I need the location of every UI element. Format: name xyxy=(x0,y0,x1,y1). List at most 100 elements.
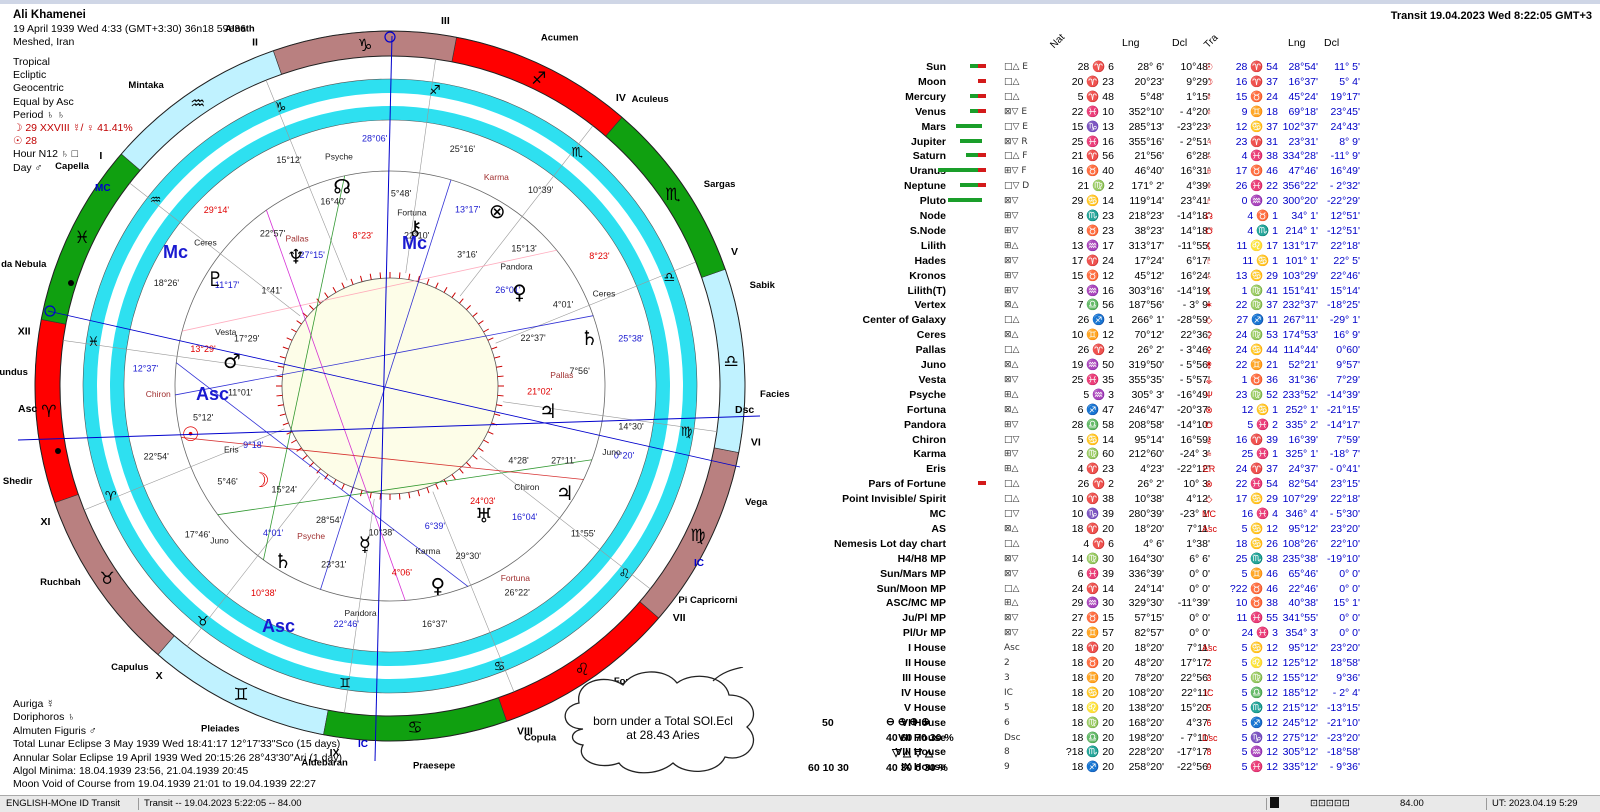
degree-label: 17°29' xyxy=(234,334,260,344)
table-row[interactable]: AS ⊠△ 18 ♈ 20 18°20' 7°11' Asc 5 ♋ 12 95°12' 23°… xyxy=(818,522,1600,537)
table-row[interactable]: Sun/Mars MP ⊠▽ 6 ♓ 39 336°39' 0° 0' 5 ♊ 46 65°… xyxy=(818,567,1600,582)
degree-label: 25°38' xyxy=(618,333,644,343)
transit-declination: 5° 4' xyxy=(1339,75,1360,88)
table-row[interactable]: Ju/Pl MP ⊠▽ 27 ♉ 15 57°15' 0° 0' 11 ♓ 55 341°5… xyxy=(818,611,1600,626)
info-line: Doriphoros ♄ xyxy=(13,711,76,724)
transit-declination: 15° 1' xyxy=(1333,597,1360,610)
table-row[interactable]: Psyche ⊞△ 5 ♒ 3 305° 3' -16°49' Ψ 23 ♍ 52 233°5… xyxy=(818,388,1600,403)
table-row[interactable]: Mercury □△ 5 ♈ 48 5°48' 1°15' ☿ 15 ♉ 24 45°24' 1… xyxy=(818,90,1600,105)
table-row[interactable]: S.Node ⊞▽ 8 ♉ 23 38°23' 14°18' ☋ 4 ♏ 1 214° 1' -… xyxy=(818,224,1600,239)
table-row[interactable]: Venus ⊠▽ E 22 ♓ 10 352°10' - 4°20' ♀ 9 ♊ 18 69°… xyxy=(818,105,1600,120)
table-row[interactable]: II House 2 18 ♉ 20 48°20' 17°17' 2 5 ♌ 12 125°1… xyxy=(818,656,1600,671)
transit-symbol: ☽ xyxy=(1204,76,1214,87)
transit-longitude: 300°20' xyxy=(1282,195,1318,208)
status-transit[interactable]: Transit -- 19.04.2023 5:22:05 -- 84.00 xyxy=(144,796,302,812)
transit-declination: 22°10' xyxy=(1330,537,1360,550)
status-language[interactable]: ENGLISH-MOne ID Transit xyxy=(6,796,120,812)
table-row[interactable]: III House 3 18 ♊ 20 78°20' 22°56' 3 5 ♍ 12 155°… xyxy=(818,671,1600,686)
table-row[interactable]: Fortuna ⊠△ 6 ♐ 47 246°47' -20°37' ⊗ 12 ♋ 1 252°… xyxy=(818,403,1600,418)
table-row[interactable]: Karma ⊞▽ 2 ♍ 60 212°60' -24° 3' ≈25 ♓ 1 325° 1… xyxy=(818,447,1600,462)
row-aspects: Dsc xyxy=(1004,732,1021,743)
natal-position: 27 ♉ 15 xyxy=(1071,612,1114,625)
point-label: Psyche xyxy=(325,152,353,162)
natal-declination: 0° 0' xyxy=(1189,627,1210,640)
table-row[interactable]: Lilith ⊞△ 13 ♒ 17 313°17' -11°55' ⚸ 11 ♌ 17 131… xyxy=(818,239,1600,254)
row-aspects: □△ xyxy=(1004,315,1020,326)
table-row[interactable]: Juno ⊠△ 19 ♒ 50 319°50' - 5°56' ⚵ 22 ♊ 21 52°21… xyxy=(818,358,1600,373)
table-row[interactable]: Pandora ⊞▽ 28 ♎ 58 208°58' -14°10' ☋ 5 ♓ 2 335°… xyxy=(818,418,1600,433)
table-row[interactable]: Sun/Moon MP □△ 24 ♈ 14 24°14' 0° 0' ?22 ♉ 46 2… xyxy=(818,582,1600,597)
natal-longitude: 10°38' xyxy=(1134,493,1164,506)
house-number: VII xyxy=(673,612,686,624)
natal-longitude: 45°12' xyxy=(1134,269,1164,282)
natal-position: 14 ♍ 30 xyxy=(1071,552,1114,565)
status-aspect-icons[interactable]: ⊡⊡⊡⊡⊡ xyxy=(1310,796,1350,812)
transit-declination: -18°58' xyxy=(1326,746,1360,759)
info-line: Total Lunar Eclipse 3 May 1939 Wed 18:41… xyxy=(13,738,341,751)
table-row[interactable]: Point Invisible/ Spirit □△ 10 ♈ 38 10°38' 4°… xyxy=(818,492,1600,507)
row-name: IV House xyxy=(901,686,946,699)
table-row[interactable]: Hades ⊠▽ 17 ♈ 24 17°24' 6°17' ♇ 11 ♋ 1 101° 1' 2… xyxy=(818,254,1600,269)
table-row[interactable]: Ceres ⊠△ 10 ♊ 12 70°12' 22°36' ⚳ 24 ♍ 53 174°53… xyxy=(818,328,1600,343)
degree-label: 22°37' xyxy=(520,333,546,343)
row-name: Karma xyxy=(913,448,946,461)
table-row[interactable]: Pl/Ur MP ⊠▽ 22 ♊ 57 82°57' 0° 0' 24 ♓ 3 354° 3… xyxy=(818,626,1600,641)
natal-position: 5 ♈ 48 xyxy=(1077,90,1114,103)
table-row[interactable]: Center of Galaxy □△ 26 ♐ 1 266° 1' -28°59' ◇ 2… xyxy=(818,313,1600,328)
table-row[interactable]: Moon □△ 20 ♈ 23 20°23' 9°29' ☽ 16 ♈ 37 16°37' 5°… xyxy=(818,75,1600,90)
table-row[interactable]: VI House 6 18 ♍ 20 168°20' 4°37' 6 5 ♐ 12 245°1… xyxy=(818,716,1600,731)
table-row[interactable]: VIII House 8 ?18 ♏ 20 228°20' -17°17' 8 5 ♒ 12… xyxy=(818,745,1600,760)
table-row[interactable]: Lilith(T) ⊞▽ 3 ♒ 16 303°16' -14°19' ⚸ 1 ♍ 41 15… xyxy=(818,284,1600,299)
degree-label: 13°17' xyxy=(455,205,481,215)
transit-declination: 23°15' xyxy=(1330,478,1360,491)
table-row[interactable]: Eris ⊞△ 4 ♈ 23 4°23' -22°12' ER 24 ♈ 37 24°37' -… xyxy=(818,462,1600,477)
table-row[interactable]: Uranus ⊞▽ F 16 ♉ 40 46°40' 16°31' ♅ 17 ♉ 46 47°… xyxy=(818,164,1600,179)
transit-declination: 0° 0' xyxy=(1339,567,1360,580)
table-row[interactable]: Pars of Fortune □△ 26 ♈ 2 26° 2' 10° 3' ⊗ 22 ♓… xyxy=(818,477,1600,492)
table-row[interactable]: Chiron □▽ 5 ♋ 14 95°14' 16°59' ⚷ 16 ♈ 39 16°39'… xyxy=(818,433,1600,448)
natal-position: 18 ♉ 20 xyxy=(1071,657,1114,669)
table-row[interactable]: Vesta ⊠▽ 25 ♓ 35 355°35' - 5°57' ⚶ 1 ♉ 36 31°36… xyxy=(818,373,1600,388)
natal-mc-label: Mc xyxy=(402,233,427,253)
row-aspects: ⊞▽ xyxy=(1004,211,1019,221)
sign-glyph: ♑ xyxy=(357,36,372,56)
fixed-star: Alnath xyxy=(225,23,255,34)
natal-longitude: 48°20' xyxy=(1134,657,1164,669)
natal-longitude: 82°57' xyxy=(1134,627,1164,640)
fixed-star: Capella xyxy=(55,161,90,172)
transit-longitude: 22°46' xyxy=(1288,582,1318,595)
table-row[interactable]: Pallas □△ 26 ♈ 2 26° 2' - 3°46' ⚴ 24 ♋ 44 114°4… xyxy=(818,343,1600,358)
row-aspects: IC xyxy=(1004,687,1013,698)
grid-percent-row: 40 60 70 30 % xyxy=(886,732,954,744)
table-row[interactable]: Vertex ⊠△ 7 ♎ 56 187°56' - 3° 9' ✶ 22 ♍ 37 232°… xyxy=(818,298,1600,313)
table-row[interactable]: Neptune □▽ D 21 ♍ 2 171° 2' 4°39' ♆ 26 ♓ 22 356… xyxy=(818,179,1600,194)
dsc-label: Dsc xyxy=(735,404,754,416)
row-aspects: ⊞▽ xyxy=(1004,225,1019,236)
table-row[interactable]: MC □▽ 10 ♑ 39 280°39' -23° 1' MC 16 ♓ 4 346° 4'… xyxy=(818,507,1600,522)
row-aspects: ⊠▽ R xyxy=(1004,136,1028,147)
table-row[interactable]: Node ⊞▽ 8 ♏ 23 218°23' -14°18' ☊ 4 ♉ 1 34° 1' 12… xyxy=(818,209,1600,224)
natal-longitude: 355°35' xyxy=(1128,373,1164,386)
transit-longitude: 354° 3' xyxy=(1285,627,1318,640)
table-row[interactable]: V House 5 18 ♌ 20 138°20' 15°20' 5 5 ♏ 12 215°1… xyxy=(818,701,1600,716)
table-row[interactable]: Saturn □△ F 21 ♈ 56 21°56' 6°28' ♄ 4 ♓ 38 334°2… xyxy=(818,149,1600,164)
table-row[interactable]: ASC/MC MP ⊞△ 29 ♒ 30 329°30' -11°39' 10 ♉ 38 4… xyxy=(818,596,1600,611)
table-row[interactable]: Pluto ⊠▽ 29 ♋ 14 119°14' 23°41' ♇ 0 ♒ 20 300°20… xyxy=(818,194,1600,209)
transit-symbol: Ψ xyxy=(1205,389,1213,400)
table-row[interactable]: Kronos ⊞▽ 15 ♉ 12 45°12' 16°24' ♄ 13 ♋ 29 103°2… xyxy=(818,269,1600,284)
transit-declination: -23°20' xyxy=(1326,731,1360,744)
table-row[interactable]: Sun □△ E 28 ♈ 6 28° 6' 10°48' ☉ 28 ♈ 54 28°54' 1… xyxy=(818,60,1600,75)
table-row[interactable]: Mars □▽ E 15 ♑ 13 285°13' -23°23' ♂ 12 ♋ 37 102… xyxy=(818,120,1600,135)
planet-glyph: ☊ xyxy=(333,175,351,199)
table-row[interactable]: H4/H8 MP ⊠▽ 14 ♍ 30 164°30' 6° 6' 25 ♏ 38 235°… xyxy=(818,552,1600,567)
table-row[interactable]: IV House IC 18 ♋ 20 108°20' 22°11' IC 5 ♎ 12 18… xyxy=(818,686,1600,701)
table-row[interactable]: Nemesis Lot day chart □△ 4 ♈ 6 4° 6' 1°38' 18… xyxy=(818,537,1600,552)
natal-position: 18 ♍ 20 xyxy=(1071,716,1114,729)
table-row[interactable]: Jupiter ⊠▽ R 25 ♓ 16 355°16' - 2°51' ♃ 23 ♈ 31… xyxy=(818,135,1600,150)
degree-label: 29°14' xyxy=(204,205,230,215)
natal-position: 8 ♉ 23 xyxy=(1077,224,1114,237)
natal-position: 28 ♈ 6 xyxy=(1077,61,1114,73)
table-row[interactable]: I House Asc 18 ♈ 20 18°20' 7°11' Asc 5 ♋ 12 95°… xyxy=(818,641,1600,656)
row-name: MC xyxy=(929,508,946,520)
fixed-star: Facies xyxy=(760,389,790,400)
